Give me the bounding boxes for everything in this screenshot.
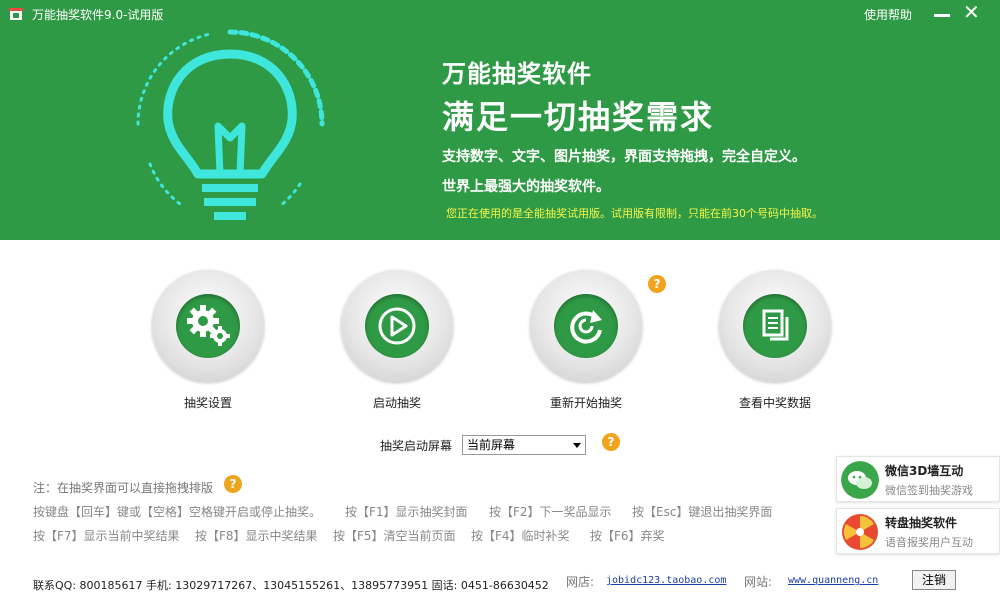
button-label: 启动抽奖	[372, 396, 421, 410]
button-disc	[743, 294, 807, 358]
side-card-subtitle: 微信签到抽奖游戏	[885, 484, 973, 497]
screen-select-label: 抽奖启动屏幕	[380, 439, 453, 453]
slogan-line1: 万能抽奖软件	[442, 60, 592, 88]
hotkey-hint: 按【F8】显示中奖结果	[195, 529, 318, 543]
button-disc	[554, 294, 618, 358]
wheel-icon	[842, 514, 878, 550]
button-label: 抽奖设置	[183, 396, 232, 410]
button-label: 查看中奖数据	[738, 396, 811, 410]
hotkey-hint: 按【F4】临时补奖	[471, 529, 570, 543]
lottery-settings-button[interactable]: 抽奖设置	[152, 270, 264, 420]
screen-select[interactable]: 当前屏幕	[462, 435, 586, 455]
logout-button[interactable]: 注销	[912, 570, 956, 590]
shop-label: 网店:	[566, 575, 595, 589]
hotkey-hint: 按【Esc】键退出抽奖界面	[632, 505, 773, 519]
help-question-icon[interactable]: ?	[602, 433, 620, 451]
button-disc	[365, 294, 429, 358]
lightbulb-icon	[136, 29, 325, 220]
minimize-icon[interactable]	[934, 14, 950, 17]
hotkey-hint: 按【F5】清空当前页面	[333, 529, 456, 543]
site-link[interactable]: www.quanneng.cn	[788, 575, 878, 586]
header-banner: 万能抽奖软件9.0-试用版 使用帮助 ✕ 万能抽奖软件 满足一切抽奖需求 支持数…	[0, 0, 1000, 240]
contact-info: 联系QQ: 800185617 手机: 13029717267、13045155…	[33, 579, 549, 592]
trial-notice: 您正在使用的是全能抽奖试用版。试用版有限制，只能在前30个号码中抽取。	[446, 207, 823, 220]
shop-link[interactable]: jobidc123.taobao.com	[606, 575, 726, 586]
restart-icon	[570, 310, 602, 344]
side-card-title: 微信3D墙互动	[885, 464, 964, 478]
app-icon	[9, 8, 23, 20]
wheel-lottery-card[interactable]: 转盘抽奖软件 语音报奖用户互动	[836, 508, 1000, 554]
hotkey-hint: 按【F6】弃奖	[590, 529, 665, 543]
restart-lottery-button[interactable]: 重新开始抽奖	[530, 270, 642, 420]
drag-note: 注：在抽奖界面可以直接拖拽排版	[33, 481, 214, 495]
slogan-line2: 满足一切抽奖需求	[442, 98, 715, 136]
wechat-3d-icon	[841, 461, 879, 499]
close-icon[interactable]: ✕	[963, 2, 980, 22]
wechat-3d-card[interactable]: 微信3D墙互动 微信签到抽奖游戏	[836, 456, 1000, 502]
start-lottery-button[interactable]: 启动抽奖	[341, 270, 453, 420]
side-card-subtitle: 语音报奖用户互动	[885, 536, 973, 549]
help-link[interactable]: 使用帮助	[864, 6, 912, 23]
hotkey-hint: 按【F7】显示当前中奖结果	[33, 529, 180, 543]
description-line1: 支持数字、文字、图片抽奖，界面支持拖拽，完全自定义。	[442, 149, 806, 165]
chevron-down-icon	[573, 443, 581, 448]
hotkey-hint: 按【F2】下一奖品显示	[489, 505, 612, 519]
button-label: 重新开始抽奖	[549, 396, 622, 410]
hotkey-hint: 按键盘【回车】键或【空格】空格键开启或停止抽奖。	[33, 505, 322, 519]
hotkey-hint: 按【F1】显示抽奖封面	[345, 505, 468, 519]
button-disc	[176, 294, 240, 358]
side-card-title: 转盘抽奖软件	[885, 516, 958, 530]
screen-select-value: 当前屏幕	[467, 438, 516, 452]
help-question-icon[interactable]: ?	[648, 275, 666, 293]
view-results-button[interactable]: 查看中奖数据	[719, 270, 831, 420]
play-icon	[378, 307, 416, 345]
documents-icon	[762, 309, 789, 341]
gears-icon	[187, 305, 230, 346]
site-label: 网站:	[744, 575, 773, 589]
help-question-icon[interactable]: ?	[224, 475, 242, 493]
description-line2: 世界上最强大的抽奖软件。	[442, 179, 610, 195]
